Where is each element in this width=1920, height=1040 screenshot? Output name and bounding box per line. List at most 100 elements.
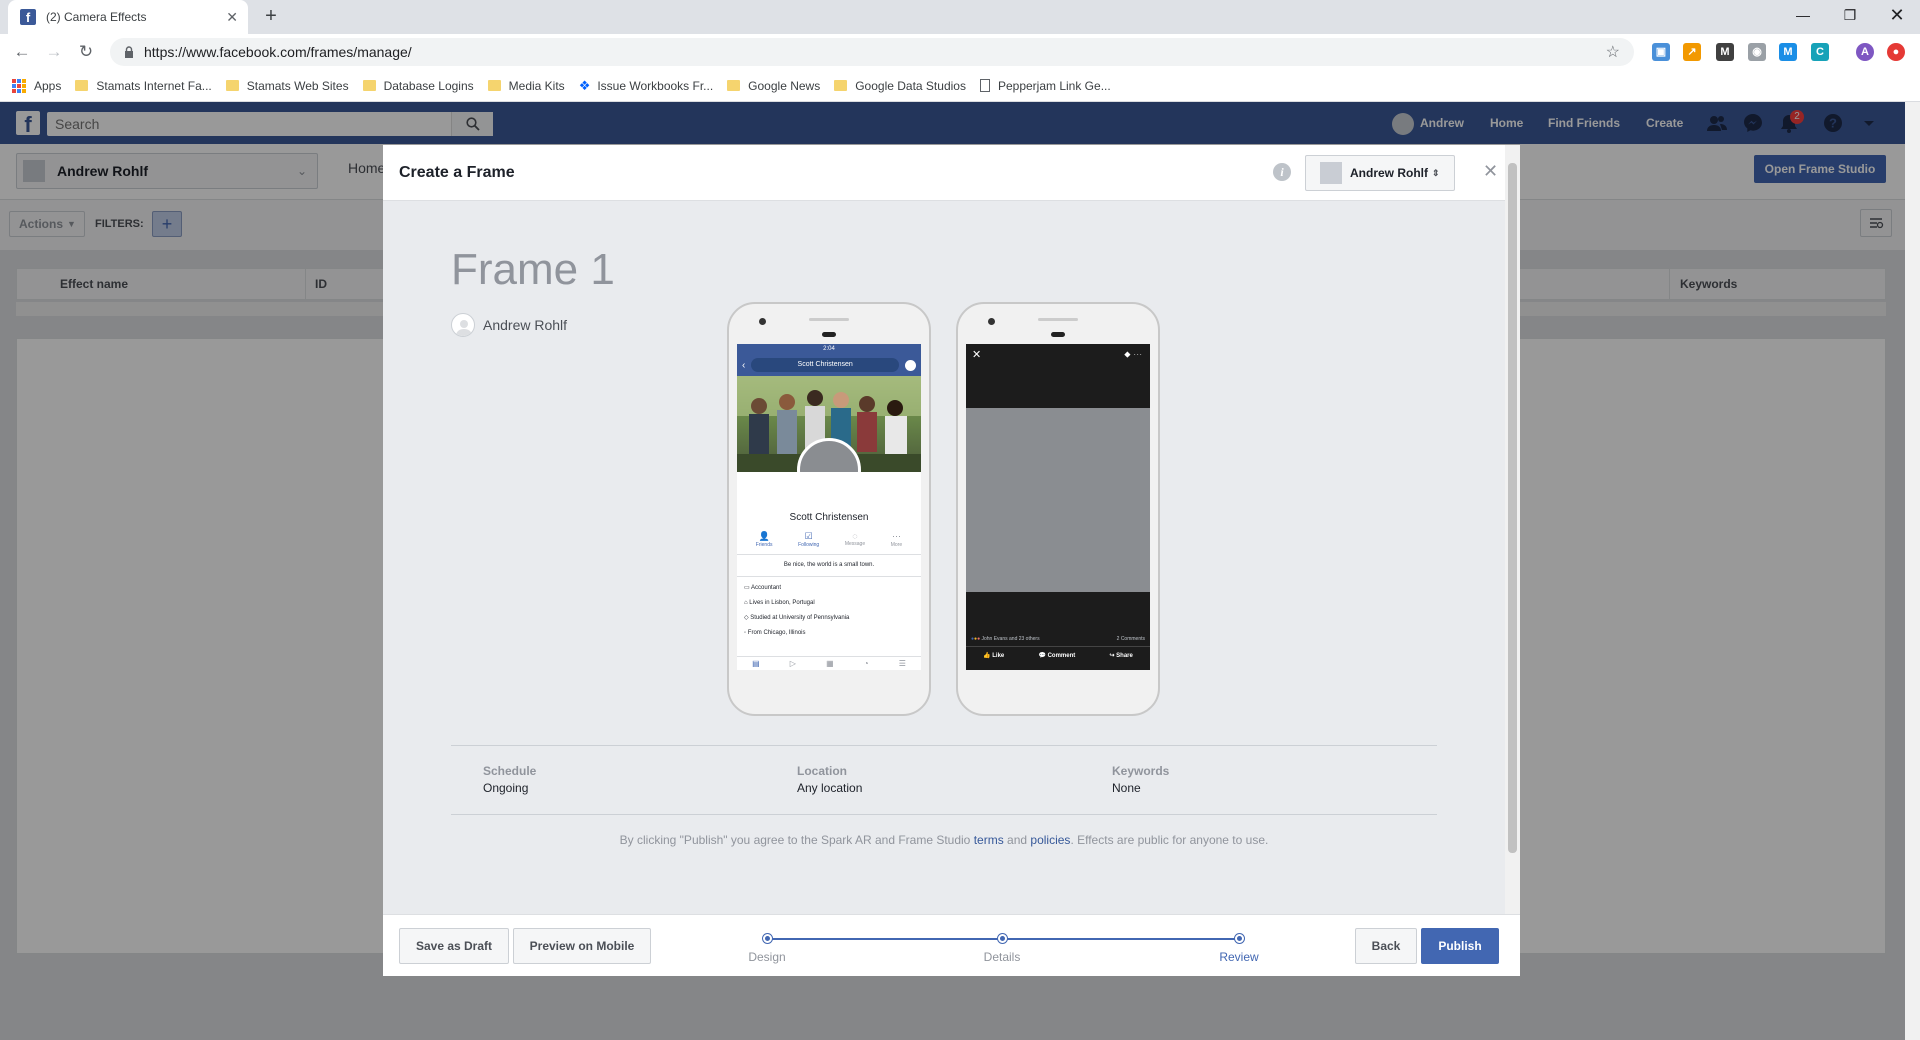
frame-owner: Andrew Rohlf [451,313,567,337]
keywords-label: Keywords [1112,764,1170,778]
location-label: Location [797,764,847,778]
extension-2-icon[interactable]: ↗ [1683,43,1701,61]
schedule-value: Ongoing [483,781,529,795]
terms-notice: By clicking "Publish" you agree to the S… [619,833,1269,847]
bookmark-item[interactable]: Pepperjam Link Ge... [979,79,1111,93]
bookmark-item[interactable]: Stamats Internet Fa... [75,79,212,93]
publish-button[interactable]: Publish [1421,928,1499,964]
close-icon: ✕ [972,349,982,361]
post-preview-screen: ✕ ⬥ ⋯ ●●● John Evans and 23 others 2 Com… [966,344,1150,670]
minimize-icon[interactable]: — [1780,0,1826,30]
extension-8-icon[interactable]: ● [1887,43,1905,61]
terms-link[interactable]: terms [974,833,1004,847]
step-dot-details[interactable] [998,934,1007,943]
back-button[interactable]: Back [1355,928,1417,964]
browser-tab[interactable]: f (2) Camera Effects ✕ [8,0,248,34]
preview-tab-bar: ▤ ▷ ▦ ◔ ☰ [737,656,921,670]
bookmark-item[interactable]: Stamats Web Sites [225,79,349,93]
bookmark-item[interactable]: ❖ Issue Workbooks Fr... [579,78,713,94]
bookmark-star-icon[interactable]: ☆ [1606,42,1620,62]
reload-icon[interactable]: ↻ [72,38,100,66]
camera-extension-icon[interactable]: ◉ [1748,43,1766,61]
bookmark-item[interactable]: Google Data Studios [834,79,966,93]
folder-icon [225,80,239,91]
sort-arrows-icon: ⇕ [1432,167,1440,178]
post-reactions: ●●● John Evans and 23 others 2 Comments [971,636,1145,642]
profile-details: ▭ Accountant ⌂ Lives in Lisbon, Portugal… [737,576,921,645]
preview-nav: ‹ Scott Christensen [737,354,921,376]
schedule-info: Schedule Ongoing [483,764,536,795]
address-bar[interactable]: https://www.facebook.com/frames/manage/ … [110,38,1634,66]
forward-icon[interactable]: → [40,38,68,66]
page-scrollbar[interactable] [1905,102,1920,1040]
profile-preview-phone: 2:04 ‹ Scott Christensen Scott Christens… [727,302,931,716]
tag-more-icon: ⬥ ⋯ [1124,349,1142,359]
frame-summary: Schedule Ongoing Location Any location K… [451,745,1437,815]
close-dialog-icon[interactable]: ✕ [1483,161,1498,182]
new-tab-icon[interactable]: + [258,4,284,30]
dialog-scrollbar[interactable] [1505,145,1520,914]
frame-owner-name: Andrew Rohlf [483,317,568,333]
url-text: https://www.facebook.com/frames/manage/ [144,44,412,60]
owner-selector[interactable]: Andrew Rohlf ⇕ [1305,155,1455,191]
step-label-design[interactable]: Design [717,950,817,964]
folder-icon [487,80,501,91]
post-preview-phone: ✕ ⬥ ⋯ ●●● John Evans and 23 others 2 Com… [956,302,1160,716]
profile-picture-preview [966,408,1150,592]
extension-3-icon[interactable]: M [1716,43,1734,61]
profile-actions: 👤 Friends ☑ Following ◌ Message ⋯ More [755,531,903,548]
lock-icon [125,46,133,58]
step-label-review[interactable]: Review [1189,950,1289,964]
bookmark-item[interactable]: Media Kits [487,79,565,93]
preview-search: Scott Christensen [751,358,899,372]
profile-bio: Be nice, the world is a small town. [737,554,921,568]
profile-preview-screen: 2:04 ‹ Scott Christensen Scott Christens… [737,344,921,670]
keywords-value: None [1112,781,1141,795]
step-label-details[interactable]: Details [952,950,1052,964]
bookmarks-bar: Apps Stamats Internet Fa... Stamats Web … [0,70,1920,102]
browser-tab-strip [0,0,1920,34]
back-icon: ‹ [742,359,746,371]
page-icon [979,79,990,92]
dropbox-icon: ❖ [578,77,591,93]
info-icon[interactable]: i [1273,163,1291,181]
back-icon[interactable]: ← [8,38,36,66]
frame-name: Frame 1 [451,245,615,294]
tab-title: (2) Camera Effects [46,10,147,24]
owner-avatar [451,313,475,337]
preview-on-mobile-button[interactable]: Preview on Mobile [513,928,651,964]
schedule-label: Schedule [483,764,537,778]
extension-6-icon[interactable]: C [1811,43,1829,61]
profile-avatar-icon[interactable]: A [1856,43,1874,61]
folder-icon [727,80,741,91]
extension-1-icon[interactable]: ▣ [1652,43,1670,61]
facebook-favicon-icon: f [20,9,36,25]
owner-avatar [1320,162,1342,184]
cover-photo [737,376,921,472]
messenger-icon [905,359,916,371]
folder-icon [75,80,89,91]
apps-grid-icon [12,78,26,93]
location-info: Location Any location [797,764,862,795]
bookmark-item[interactable]: Database Logins [362,79,474,93]
post-actions: 👍 Like 💬 Comment ↪ Share [966,646,1150,659]
folder-icon [834,80,848,91]
keywords-info: Keywords None [1112,764,1169,795]
step-dot-review[interactable] [1235,934,1244,943]
step-dot-design[interactable] [763,934,772,943]
close-window-icon[interactable]: ✕ [1874,0,1920,30]
location-value: Any location [797,781,863,795]
extension-5-icon[interactable]: M [1779,43,1797,61]
status-bar: 2:04 [737,344,921,354]
dialog-title: Create a Frame [399,164,515,181]
folder-icon [362,80,376,91]
save-as-draft-button[interactable]: Save as Draft [399,928,509,964]
close-tab-icon[interactable]: ✕ [226,9,238,26]
restore-icon[interactable]: ❐ [1827,0,1873,30]
bookmark-item[interactable]: Google News [727,79,820,93]
owner-name: Andrew Rohlf [1350,166,1428,180]
create-frame-dialog: Create a Frame i Andrew Rohlf ⇕ ✕ Frame … [383,145,1520,976]
policies-link[interactable]: policies [1030,833,1070,847]
profile-name: Scott Christensen [789,512,869,523]
bookmark-apps[interactable]: Apps [12,78,61,93]
